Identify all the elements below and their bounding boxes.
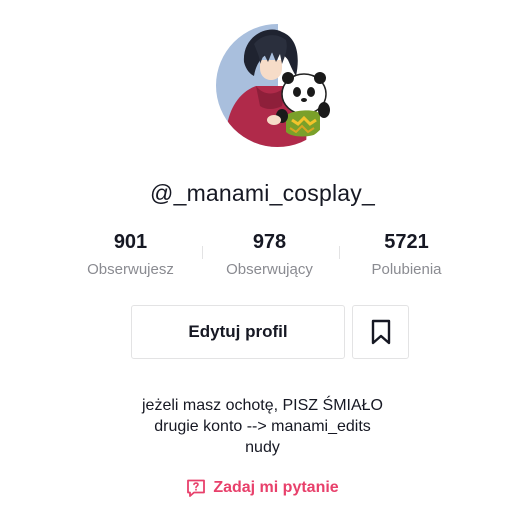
- stat-following-value: 901: [113, 231, 148, 253]
- stat-followers-value: 978: [252, 231, 287, 253]
- stat-followers[interactable]: 978 Obserwujący: [202, 229, 337, 279]
- profile-avatar[interactable]: [216, 24, 339, 147]
- profile-username: @_manami_cosplay_: [150, 180, 375, 206]
- question-bubble-icon: [186, 478, 206, 498]
- edit-profile-button[interactable]: Edytuj profil: [131, 305, 345, 359]
- stat-followers-label: Obserwujący: [226, 261, 313, 278]
- profile-bio: jeżeli masz ochotę, PISZ ŚMIAŁO drugie k…: [0, 395, 525, 458]
- ask-question-link[interactable]: Zadaj mi pytanie: [0, 478, 525, 498]
- profile-stats: 901 Obserwujesz 978 Obserwujący 5721 Pol…: [63, 229, 468, 281]
- bookmark-button[interactable]: [352, 305, 409, 359]
- avatar-image: [216, 24, 339, 147]
- stat-following-label: Obserwujesz: [87, 261, 174, 278]
- stat-likes[interactable]: 5721 Polubienia: [339, 229, 474, 279]
- ask-question-label: Zadaj mi pytanie: [213, 479, 339, 496]
- bio-line: drugie konto --> manami_edits: [154, 418, 371, 435]
- bookmark-icon: [371, 319, 390, 345]
- bio-line: jeżeli masz ochotę, PISZ ŚMIAŁO: [142, 397, 383, 414]
- bio-line: nudy: [245, 439, 280, 456]
- stat-likes-value: 5721: [384, 231, 429, 253]
- stat-likes-label: Polubienia: [371, 261, 442, 278]
- stat-following[interactable]: 901 Obserwujesz: [63, 229, 198, 279]
